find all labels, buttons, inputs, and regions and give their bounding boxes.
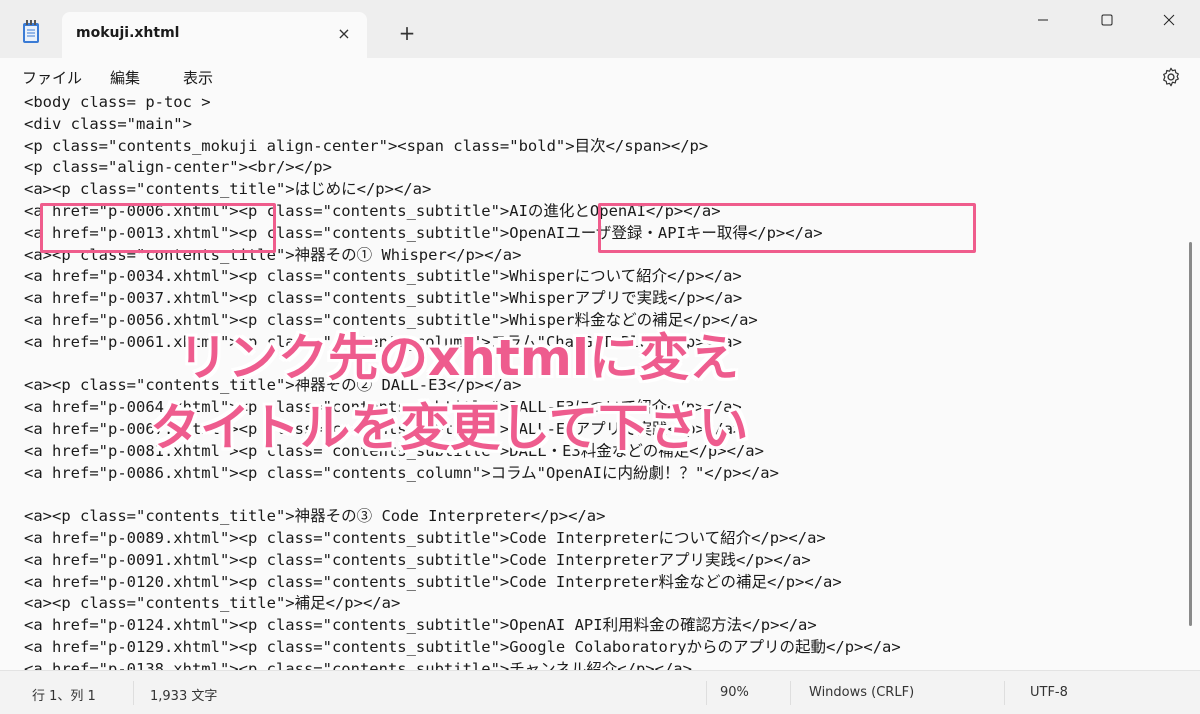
- status-divider: [706, 681, 707, 705]
- status-divider: [790, 681, 791, 705]
- cursor-position: 行 1、列 1: [32, 689, 96, 704]
- new-tab-button[interactable]: +: [394, 20, 420, 46]
- annotation-line-1: リンク先のxhtmlに変え: [178, 329, 739, 387]
- highlight-href-box: [40, 203, 276, 253]
- code-line: <a href="p-0129.xhtml"><p class="content…: [24, 637, 901, 656]
- title-bar: mokuji.xhtml × +: [0, 0, 1200, 58]
- code-line: <a href="p-0138.xhtml"><p class="content…: [24, 659, 692, 670]
- maximize-button[interactable]: [1084, 0, 1130, 40]
- vertical-scrollbar[interactable]: [1189, 242, 1192, 626]
- close-window-button[interactable]: [1146, 0, 1192, 40]
- status-bar: 行 1、列 1 1,933 文字 90% Windows (CRLF) UTF-…: [0, 670, 1200, 714]
- tab-mokuji[interactable]: mokuji.xhtml ×: [62, 12, 367, 58]
- code-line: <a href="p-0091.xhtml"><p class="content…: [24, 550, 811, 569]
- code-line: <a href="p-0034.xhtml"><p class="content…: [24, 267, 742, 286]
- code-line: <div class="main">: [24, 114, 192, 133]
- code-line: <a href="p-0089.xhtml"><p class="content…: [24, 528, 826, 547]
- menu-view[interactable]: 表示: [183, 67, 213, 88]
- code-line: <a><p class="contents_title">神器その③ Code …: [24, 507, 606, 526]
- code-line: <a href="p-0037.xhtml"><p class="content…: [24, 289, 743, 308]
- code-line: <a><p class="contents_title">はじめに</p></a…: [24, 180, 432, 199]
- minimize-button[interactable]: [1020, 0, 1066, 40]
- encoding[interactable]: UTF-8: [1030, 685, 1068, 700]
- close-icon: [1163, 14, 1175, 26]
- annotation-line-2: タイトルを変更して下さい: [150, 399, 749, 457]
- menu-edit[interactable]: 編集: [110, 67, 140, 88]
- maximize-icon: [1101, 14, 1113, 26]
- code-line: <p class="align-center"><br/></p>: [24, 158, 332, 177]
- close-tab-icon[interactable]: ×: [331, 21, 357, 47]
- code-line: <a href="p-0120.xhtml"><p class="content…: [24, 572, 842, 591]
- zoom-level[interactable]: 90%: [720, 685, 749, 700]
- line-ending[interactable]: Windows (CRLF): [809, 685, 914, 700]
- status-divider: [133, 681, 134, 705]
- text-editor[interactable]: <body class= p-toc > <div class="main"> <p…: [0, 96, 1200, 670]
- status-divider: [1004, 681, 1005, 705]
- minimize-icon: [1038, 19, 1048, 21]
- character-count: 1,933 文字: [150, 689, 218, 704]
- settings-gear-icon[interactable]: [1160, 66, 1182, 88]
- code-line: <a href="p-0124.xhtml"><p class="content…: [24, 616, 817, 635]
- notepad-icon: [23, 20, 39, 43]
- menu-file[interactable]: ファイル: [22, 67, 82, 88]
- code-line: <a><p class="contents_title">補足</p></a>: [24, 594, 401, 613]
- code-line: <p class="contents_mokuji align-center">…: [24, 136, 709, 155]
- tab-title: mokuji.xhtml: [76, 25, 180, 41]
- code-line: <a href="p-0086.xhtml"><p class="content…: [24, 463, 779, 482]
- menu-bar: ファイル 編集 表示: [0, 58, 1200, 96]
- code-line: <body class= p-toc >: [24, 96, 211, 111]
- highlight-title-box: [598, 203, 976, 253]
